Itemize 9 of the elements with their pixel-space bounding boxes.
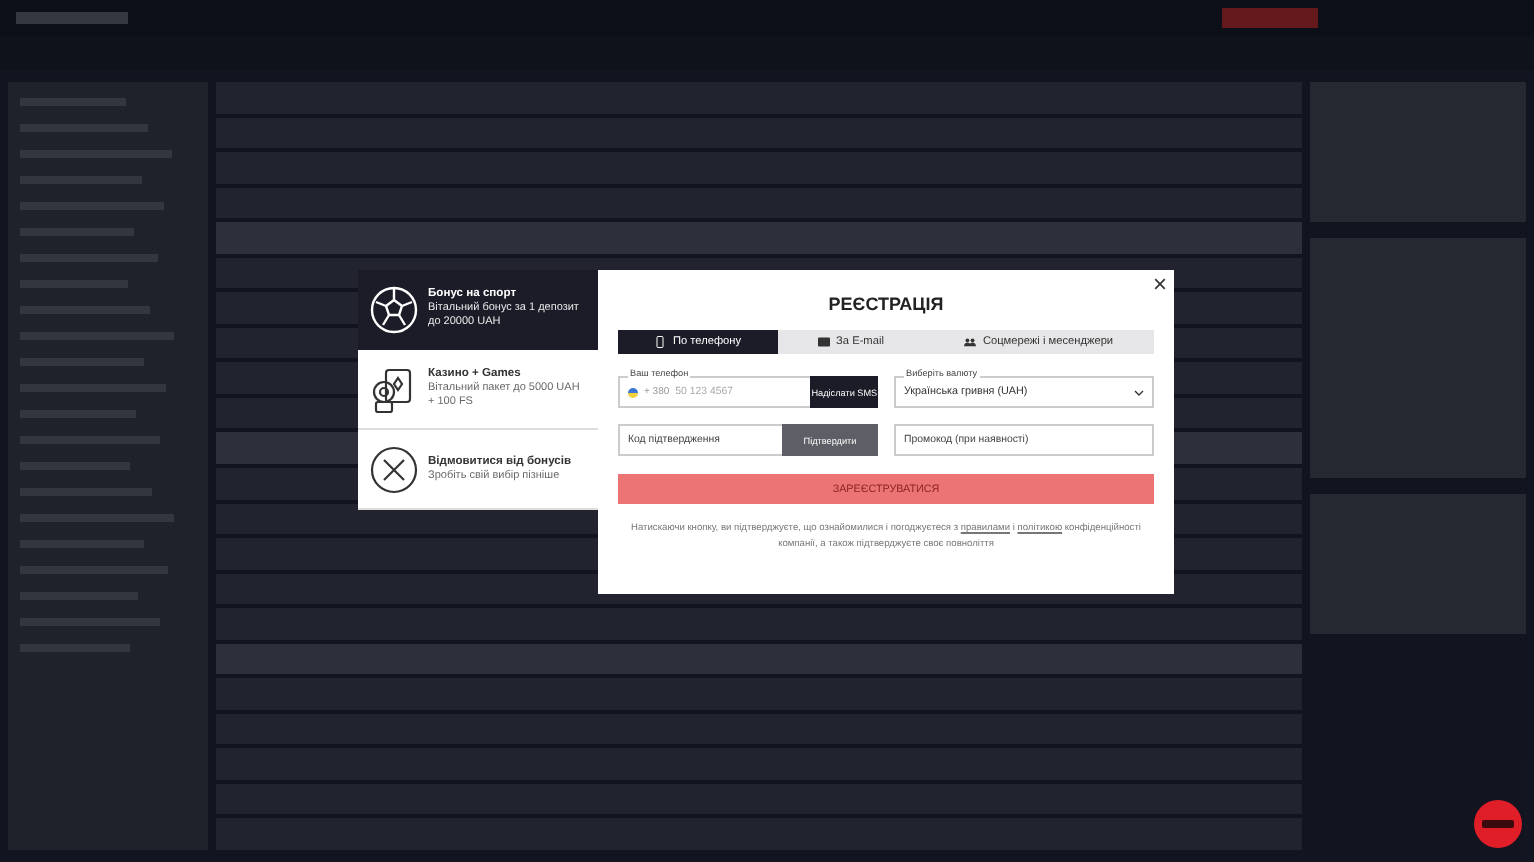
phone-icon	[654, 336, 667, 348]
dialog-title: РЕЄСТРАЦІЯ	[826, 294, 946, 314]
soccer-ball-icon	[370, 285, 418, 333]
close-icon[interactable]	[1154, 278, 1166, 290]
people-icon	[964, 336, 977, 348]
flag-icon	[628, 387, 638, 397]
close-circle-icon	[370, 445, 418, 493]
chevron-down-icon	[1134, 389, 1144, 395]
envelope-icon	[818, 336, 831, 348]
